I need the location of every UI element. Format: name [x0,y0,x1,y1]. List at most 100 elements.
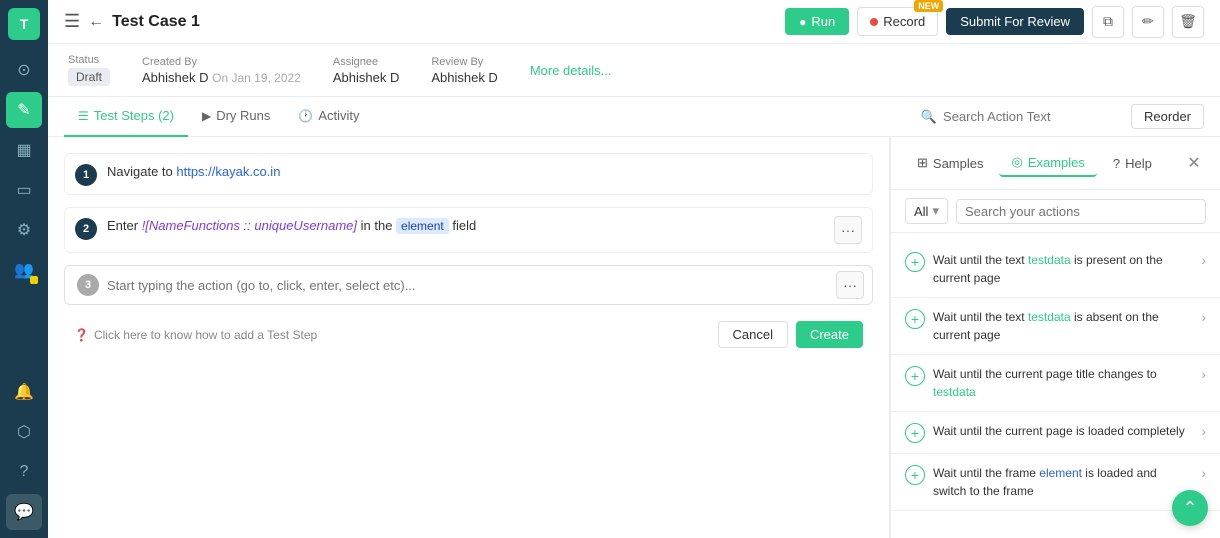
run-button[interactable]: ● Run [785,8,849,35]
record-badge: NEW [914,0,943,12]
gear-icon: ⚙ [17,220,31,240]
sidebar-item-team[interactable]: 👥 [6,252,42,288]
step-3-more-button[interactable]: ··· [836,271,864,299]
panel-tab-samples[interactable]: ⊞ Samples [905,150,995,176]
action-item-text: Wait until the current page title change… [933,365,1193,401]
created-by-label: Created By [142,56,301,68]
sidebar-item-chat[interactable]: 💬 [6,494,42,530]
submit-for-review-button[interactable]: Submit For Review [946,8,1084,35]
panel-tab-help[interactable]: ? Help [1101,151,1164,176]
panel-help-icon: ? [1113,156,1120,171]
review-by-meta: Review By Abhishek D [431,56,497,85]
tab-dry-runs[interactable]: ▶ Dry Runs [188,97,284,137]
step-number-1: 1 [75,164,97,186]
sidebar-item-projects[interactable]: ▦ [6,132,42,168]
chevron-right-icon: › [1201,423,1206,439]
reorder-button[interactable]: Reorder [1131,104,1204,129]
edit-icon: ✎ [17,100,30,120]
step-number-2: 2 [75,218,97,240]
step-row: 1 Navigate to https://kayak.co.in [64,153,873,195]
assignee-value: Abhishek D [333,70,399,85]
grid-icon: ▦ [16,140,31,160]
samples-icon: ⊞ [917,155,928,171]
add-action-icon: + [905,366,925,386]
sidebar-item-settings[interactable]: ⚙ [6,212,42,248]
back-icon[interactable]: ← [88,13,104,31]
step-input-container: 3 ··· [64,265,873,305]
sidebar-item-help[interactable]: ? [6,454,42,490]
record-button[interactable]: Record NEW [857,7,938,36]
chevron-right-icon: › [1201,252,1206,268]
action-item[interactable]: + Wait until the text testdata is absent… [891,298,1220,355]
review-by-value: Abhishek D [431,70,497,85]
edit-button[interactable]: ✏ [1132,6,1164,38]
steps-area: 1 Navigate to https://kayak.co.in 2 Ente… [48,137,890,538]
step-3-input[interactable] [107,268,836,303]
add-action-icon: + [905,309,925,329]
assignee-meta: Assignee Abhishek D [333,56,399,85]
play-icon: ▶ [202,109,211,123]
panel-tab-examples[interactable]: ◎ Examples [999,149,1096,177]
sidebar-item-dashboard[interactable]: ⊙ [6,52,42,88]
assignee-label: Assignee [333,56,399,68]
team-icon: 👥 [14,260,34,280]
step-2-element: element [396,218,449,234]
copy-button[interactable]: ⧉ [1092,6,1124,38]
record-dot-icon [870,18,878,26]
status-badge: Draft [68,68,110,86]
step-2-more-button[interactable]: ··· [834,216,862,244]
copy-icon: ⧉ [1103,13,1113,30]
sidebar-item-integrations[interactable]: ⬡ [6,414,42,450]
step-number-3: 3 [77,274,99,296]
right-panel: ⊞ Samples ◎ Examples ? Help ✕ All ▾ [890,137,1220,538]
step-1-content: Navigate to https://kayak.co.in [107,162,862,182]
status-label: Status [68,54,110,66]
actions-list: + Wait until the text testdata is presen… [891,233,1220,538]
search-your-actions-input[interactable] [965,204,1197,219]
monitor-icon: ▭ [16,180,31,200]
created-by-meta: Created By Abhishek D On Jan 19, 2022 [142,56,301,85]
panel-close-button[interactable]: ✕ [1182,151,1206,175]
tabs-row: ☰ Test Steps (2) ▶ Dry Runs 🕐 Activity 🔍… [48,97,1220,137]
create-button[interactable]: Create [796,321,863,348]
panel-header: ⊞ Samples ◎ Examples ? Help ✕ [891,137,1220,190]
review-by-label: Review By [431,56,497,68]
body-split: 1 Navigate to https://kayak.co.in 2 Ente… [48,137,1220,538]
steps-list: 1 Navigate to https://kayak.co.in 2 Ente… [64,153,873,356]
tab-test-steps[interactable]: ☰ Test Steps (2) [64,97,188,137]
main-content: ☰ ← Test Case 1 ● Run Record NEW Submit … [48,0,1220,538]
step-1-url: https://kayak.co.in [176,164,280,179]
add-action-icon: + [905,465,925,485]
filter-row: All ▾ [891,190,1220,233]
search-icon: 🔍 [921,109,937,125]
chevron-right-icon: › [1201,366,1206,382]
filter-dropdown[interactable]: All ▾ [905,198,948,224]
action-item[interactable]: + Wait until the current page is loaded … [891,412,1220,454]
status-meta: Status Draft [68,54,110,86]
run-circle-icon: ● [799,15,806,29]
action-item[interactable]: + Wait until the text testdata is presen… [891,241,1220,298]
menu-icon[interactable]: ☰ [64,11,80,32]
more-details-link[interactable]: More details... [530,63,612,78]
topbar: ☰ ← Test Case 1 ● Run Record NEW Submit … [48,0,1220,44]
cancel-button[interactable]: Cancel [718,321,788,348]
action-item[interactable]: + Wait until the current page title chan… [891,355,1220,412]
pencil-icon: ✏ [1142,13,1154,30]
chevron-right-icon: › [1201,465,1206,481]
sidebar-item-edit[interactable]: ✎ [6,92,42,128]
sidebar-item-notifications[interactable]: 🔔 [6,374,42,410]
sidebar-item-monitor[interactable]: ▭ [6,172,42,208]
help-link[interactable]: ❓ Click here to know how to add a Test S… [74,328,317,342]
meta-row: Status Draft Created By Abhishek D On Ja… [48,44,1220,97]
action-item[interactable]: + Wait until the frame element is loaded… [891,454,1220,511]
tab-activity[interactable]: 🕐 Activity [284,97,373,137]
list-icon: ☰ [78,109,89,123]
help-icon: ? [20,463,29,481]
search-action-input[interactable] [943,109,1119,124]
examples-icon: ◎ [1011,154,1022,170]
panel-float-button[interactable]: ⌃ [1172,490,1208,526]
add-action-icon: + [905,252,925,272]
step-2-content: Enter ![NameFunctions :: uniqueUsername]… [107,216,824,236]
step-2-function: ![NameFunctions :: uniqueUsername] [142,218,357,233]
delete-button[interactable]: 🗑 [1172,6,1204,38]
